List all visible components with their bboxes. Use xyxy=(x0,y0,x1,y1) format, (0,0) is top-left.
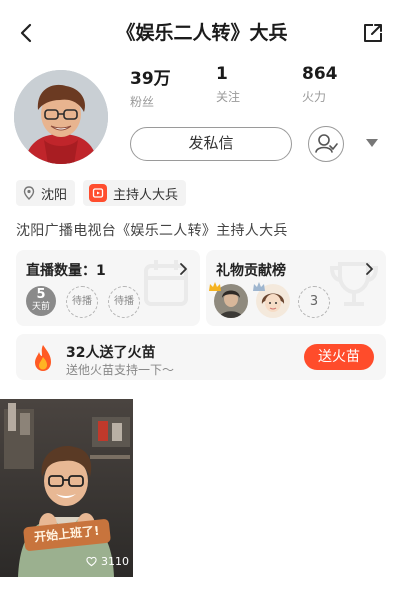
trophy-watermark-icon xyxy=(329,262,379,306)
heart-icon xyxy=(86,556,97,567)
days-ago-number: 5 xyxy=(36,287,46,302)
days-ago-badge: 5 天前 xyxy=(26,286,56,316)
live-count-title: 直播数量：1 xyxy=(26,263,106,279)
avatar[interactable] xyxy=(14,70,108,164)
location-label: 沈阳 xyxy=(41,187,68,203)
location-tag[interactable]: 沈阳 xyxy=(16,180,76,206)
add-user-icon xyxy=(315,134,338,153)
stat-following[interactable]: 1 关注 xyxy=(216,64,302,110)
top-bar: 《娱乐二人转》大兵 xyxy=(0,0,404,66)
role-label: 主持人大兵 xyxy=(113,187,179,203)
stat-value: 1 xyxy=(216,64,228,84)
video-thumbnail[interactable] xyxy=(0,399,133,577)
tag-row: 沈阳 主持人大兵 xyxy=(16,180,187,206)
stat-fans[interactable]: 39万 粉丝 xyxy=(130,64,216,110)
flame-icon xyxy=(35,345,51,371)
crown-silver-icon xyxy=(253,282,265,291)
fire-count-title: 32人送了火苗 xyxy=(66,345,156,361)
stat-label: 火力 xyxy=(302,90,327,104)
likes-count: 3110 xyxy=(101,555,129,568)
pending-slot: 待播 xyxy=(108,286,140,318)
fire-support-card: 32人送了火苗 送他火苗支持一下～ 送火苗 xyxy=(16,334,386,380)
send-fire-button[interactable]: 送火苗 xyxy=(304,344,374,370)
video-likes: 3110 xyxy=(86,555,129,568)
share-icon[interactable] xyxy=(360,20,386,46)
back-arrow-icon[interactable] xyxy=(14,20,40,46)
bio-text: 沈阳广播电视台《娱乐二人转》主持人大兵 xyxy=(16,223,288,239)
stats-row: 39万 粉丝 1 关注 864 火力 xyxy=(130,64,388,110)
stat-label: 关注 xyxy=(216,90,241,104)
page-title: 《娱乐二人转》大兵 xyxy=(116,22,288,44)
fire-subtitle: 送他火苗支持一下～ xyxy=(66,363,175,377)
pending-slot: 待播 xyxy=(66,286,98,318)
chevron-right-icon xyxy=(180,263,187,275)
stat-firepower[interactable]: 864 火力 xyxy=(302,64,388,110)
send-message-button[interactable]: 发私信 xyxy=(130,127,292,161)
stat-value: 39万 xyxy=(130,69,171,89)
profile-page: 《娱乐二人转》大兵 39万 粉丝 1 关注 864 火力 发私信 沈阳 主持人大… xyxy=(0,0,404,600)
calendar-watermark-icon xyxy=(144,260,188,306)
stat-label: 粉丝 xyxy=(130,95,155,109)
location-pin-icon xyxy=(23,186,35,200)
host-badge-icon xyxy=(89,184,108,202)
stat-value: 864 xyxy=(302,64,338,84)
gift-leaderboard-title: 礼物贡献榜 xyxy=(216,263,286,279)
days-ago-label: 天前 xyxy=(31,302,50,312)
follow-button[interactable] xyxy=(308,126,344,162)
more-contributors-count[interactable]: 3 xyxy=(298,286,330,318)
chevron-right-icon xyxy=(366,263,373,275)
dropdown-triangle-icon[interactable] xyxy=(366,138,378,148)
crown-gold-icon xyxy=(209,282,221,291)
role-tag[interactable]: 主持人大兵 xyxy=(83,180,187,206)
